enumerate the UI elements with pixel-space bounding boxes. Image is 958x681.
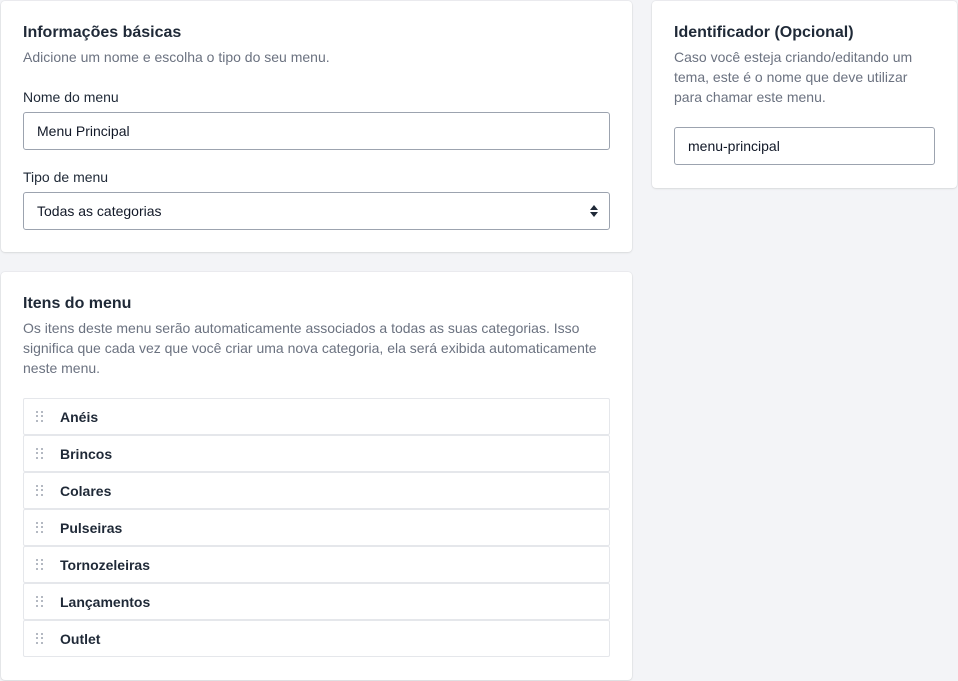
drag-handle-icon[interactable] [36, 521, 44, 534]
basic-info-card: Informações básicas Adicione um nome e e… [1, 1, 632, 252]
basic-info-title: Informações básicas [23, 24, 182, 41]
identifier-input[interactable] [674, 127, 935, 165]
drag-handle-icon[interactable] [36, 595, 44, 608]
menu-items-description: Os itens deste menu serão automaticament… [23, 320, 597, 376]
menu-type-selected: Todas as categorias [37, 203, 162, 219]
menu-name-label: Nome do menu [23, 89, 119, 105]
drag-handle-icon[interactable] [36, 410, 44, 423]
list-item[interactable]: Lançamentos [23, 583, 610, 620]
identifier-card: Identificador (Opcional) Caso você estej… [652, 1, 957, 188]
list-item-label: Lançamentos [60, 593, 151, 610]
list-item-label: Pulseiras [60, 519, 123, 536]
list-item-label: Anéis [60, 408, 99, 425]
list-item-label: Brincos [60, 445, 113, 462]
list-item[interactable]: Brincos [23, 435, 610, 472]
list-item-label: Tornozeleiras [60, 556, 150, 573]
basic-info-description: Adicione um nome e escolha o tipo do seu… [23, 49, 330, 65]
identifier-title: Identificador (Opcional) [674, 24, 854, 41]
menu-name-group: Nome do menu [23, 88, 610, 150]
drag-handle-icon[interactable] [36, 447, 44, 460]
list-item[interactable]: Pulseiras [23, 509, 610, 546]
select-arrows-icon [590, 205, 598, 217]
list-item[interactable]: Tornozeleiras [23, 546, 610, 583]
list-item-label: Colares [60, 482, 112, 499]
menu-name-input[interactable] [23, 112, 610, 150]
menu-items-title: Itens do menu [23, 295, 132, 312]
list-item[interactable]: Outlet [23, 620, 610, 657]
drag-handle-icon[interactable] [36, 632, 44, 645]
identifier-description: Caso você esteja criando/editando um tem… [674, 49, 913, 105]
drag-handle-icon[interactable] [36, 484, 44, 497]
list-item[interactable]: Colares [23, 472, 610, 509]
menu-items-list: Anéis Brincos Colares Pulseiras Tornozel… [23, 398, 610, 657]
drag-handle-icon[interactable] [36, 558, 44, 571]
list-item[interactable]: Anéis [23, 398, 610, 435]
menu-type-group: Tipo de menu Todas as categorias [23, 168, 610, 230]
list-item-label: Outlet [60, 630, 101, 647]
menu-items-card: Itens do menu Os itens deste menu serão … [1, 272, 632, 680]
menu-type-label: Tipo de menu [23, 169, 109, 185]
menu-type-select[interactable]: Todas as categorias [23, 192, 610, 230]
